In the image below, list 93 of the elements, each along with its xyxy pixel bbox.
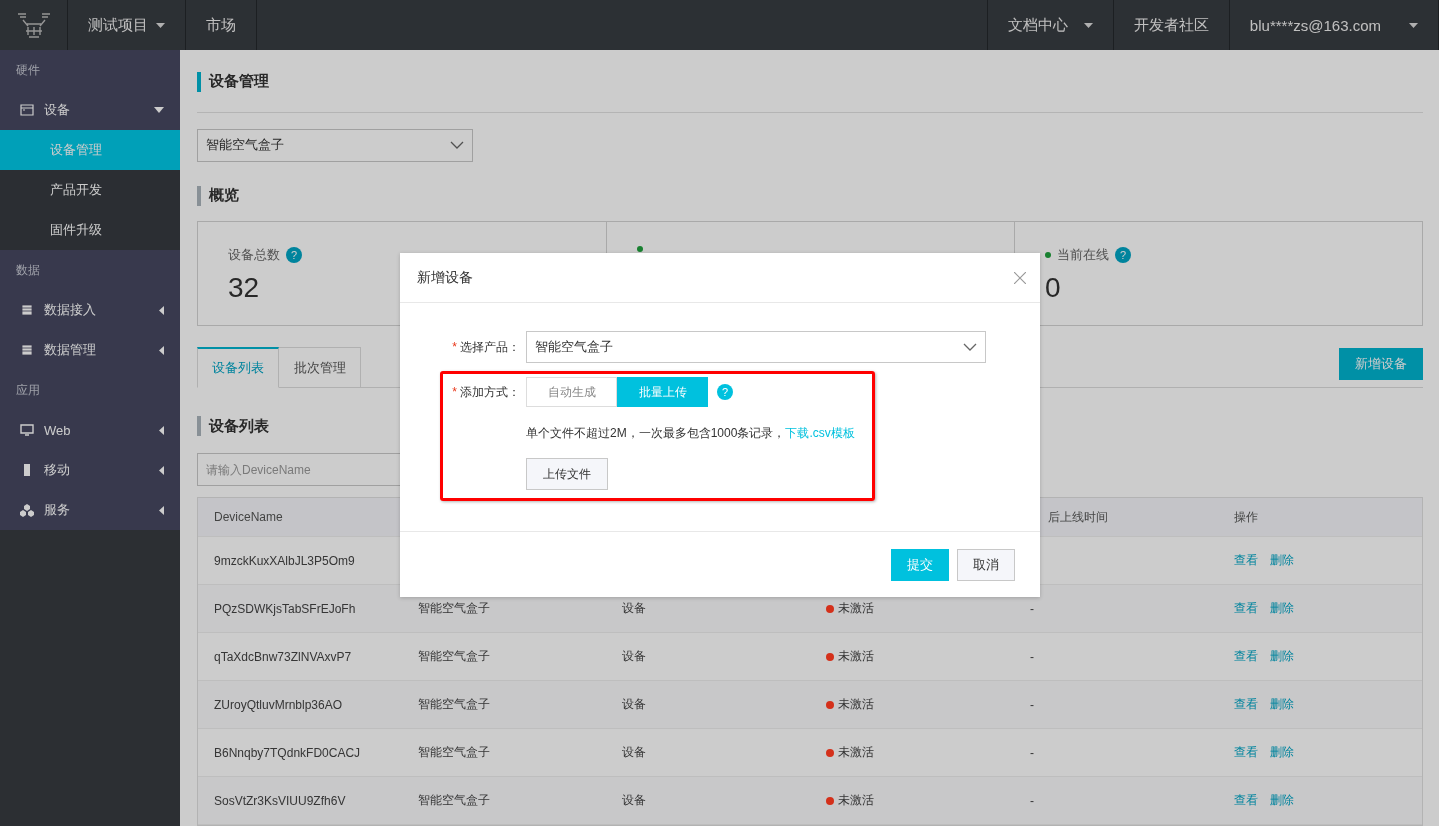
table-cell-text: qTaXdcBnw73ZlNVAxvP7 xyxy=(213,648,353,666)
table-cell-text: 智能空气盒子 xyxy=(417,744,491,761)
table-cell-text: - xyxy=(1029,600,1035,618)
list-icon xyxy=(20,343,34,357)
status-text: 未激活 xyxy=(838,696,874,713)
section-title: 概览 xyxy=(209,186,239,205)
page-title: 设备管理 xyxy=(209,72,269,92)
caret-icon xyxy=(159,345,164,355)
status-text: 未激活 xyxy=(838,600,874,617)
chevron-icon xyxy=(963,343,977,351)
table-cell-text: PQzSDWKjsTabSFrEJoFh xyxy=(213,600,357,618)
table-cell-text: - xyxy=(1029,696,1035,714)
sidebar-subitem[interactable]: 设备管理 xyxy=(0,130,180,170)
window-icon xyxy=(20,103,34,117)
cancel-button[interactable]: 取消 xyxy=(957,548,1015,581)
upload-button[interactable]: 上传文件 xyxy=(526,458,608,490)
stat-label: 当前在线 xyxy=(1057,246,1109,265)
field-label: * 选择产品： xyxy=(451,338,521,356)
segment-option[interactable]: 自动生成 xyxy=(526,377,617,407)
table-cell-text: 智能空气盒子 xyxy=(417,600,491,617)
column-header: 操作 xyxy=(1233,508,1259,526)
column-header: DeviceName xyxy=(213,509,284,526)
hint-text: 单个文件不超过2M，一次最多包含1000条记录，下载.csv模板 xyxy=(526,426,855,440)
cubes-icon xyxy=(20,503,34,517)
sidebar-section-label: 应用 xyxy=(0,370,180,410)
stat-value: 0 xyxy=(1045,272,1061,305)
sidebar-item[interactable]: 服务 xyxy=(0,490,180,530)
monitor-icon xyxy=(20,423,34,437)
stat-value: 32 xyxy=(228,272,260,305)
action-link[interactable]: 删除 xyxy=(1270,744,1294,761)
action-link[interactable]: 删除 xyxy=(1270,792,1294,809)
table-cell-text: 设备 xyxy=(621,600,647,617)
action-link[interactable]: 查看 xyxy=(1234,696,1258,713)
table-cell-text: 9mzckKuxXAlbJL3P5Om9 xyxy=(213,552,356,570)
download-link[interactable]: 下载.csv模板 xyxy=(785,426,855,440)
sidebar-item[interactable]: Web xyxy=(0,410,180,450)
action-link[interactable]: 删除 xyxy=(1270,552,1294,569)
status-text: 未激活 xyxy=(838,648,874,665)
action-link[interactable]: 删除 xyxy=(1270,600,1294,617)
dialog-title: 新增设备 xyxy=(417,268,473,287)
status-text: 未激活 xyxy=(838,792,874,809)
action-link[interactable]: 查看 xyxy=(1234,600,1258,617)
stat-label: 设备总数 xyxy=(228,246,280,265)
table-cell-text: B6Nnqby7TQdnkFD0CACJ xyxy=(213,744,362,762)
help-icon[interactable]: ? xyxy=(1115,247,1131,264)
action-link[interactable]: 删除 xyxy=(1270,648,1294,665)
table-cell-text: - xyxy=(1029,792,1035,810)
action-link[interactable]: 查看 xyxy=(1234,648,1258,665)
list-icon xyxy=(20,303,34,317)
table-cell-text: - xyxy=(1029,744,1035,762)
sidebar-section-label: 数据 xyxy=(0,250,180,290)
table-cell-text: 设备 xyxy=(621,744,647,761)
help-icon[interactable]: ? xyxy=(717,384,733,400)
table-cell-text: 智能空气盒子 xyxy=(417,792,491,809)
column-header: 后上线时间 xyxy=(1047,508,1109,526)
sidebar-item[interactable]: 设备 xyxy=(0,90,180,130)
status-text: 未激活 xyxy=(838,744,874,761)
close-icon[interactable] xyxy=(1014,271,1026,284)
heading-bar xyxy=(197,185,201,206)
product-select[interactable]: 智能空气盒子 xyxy=(526,331,986,363)
heading-bar xyxy=(197,416,201,437)
table-cell-text: 智能空气盒子 xyxy=(417,648,491,665)
chevron-icon xyxy=(450,141,464,150)
tab[interactable]: 设备列表 xyxy=(197,347,279,389)
section-title: 设备列表 xyxy=(209,416,269,436)
sidebar-item[interactable]: 数据管理 xyxy=(0,330,180,370)
action-link[interactable]: 查看 xyxy=(1234,744,1258,761)
caret-icon xyxy=(159,425,164,435)
sidebar-section-label: 硬件 xyxy=(0,50,180,90)
sidebar-item[interactable]: 移动 xyxy=(0,450,180,490)
add-device-button[interactable]: 新增设备 xyxy=(1339,348,1423,381)
submit-button[interactable]: 提交 xyxy=(891,548,949,581)
table-cell-text: - xyxy=(1029,648,1035,666)
caret-icon xyxy=(159,305,164,315)
action-link[interactable]: 查看 xyxy=(1234,552,1258,569)
heading-bar xyxy=(197,71,201,92)
table-cell-text: 智能空气盒子 xyxy=(417,696,491,713)
table-cell-text: SosVtZr3KsVIUU9Zfh6V xyxy=(213,792,347,810)
action-link[interactable]: 删除 xyxy=(1270,696,1294,713)
caret-icon xyxy=(154,107,164,113)
sidebar-item[interactable]: 数据接入 xyxy=(0,290,180,330)
help-icon[interactable]: ? xyxy=(286,247,302,264)
tab[interactable]: 批次管理 xyxy=(279,347,361,389)
action-link[interactable]: 查看 xyxy=(1234,792,1258,809)
caret-icon xyxy=(159,465,164,475)
product-select[interactable]: 智能空气盒子 xyxy=(197,128,473,162)
field-label: * 添加方式： xyxy=(451,383,521,401)
segment-option[interactable]: 批量上传 xyxy=(617,377,708,407)
caret-icon xyxy=(159,505,164,515)
table-cell-text: ZUroyQtluvMrnblp36AO xyxy=(213,696,344,714)
table-cell-text: 设备 xyxy=(621,648,647,665)
table-cell-text: 设备 xyxy=(621,696,647,713)
table-cell-text: 设备 xyxy=(621,792,647,809)
